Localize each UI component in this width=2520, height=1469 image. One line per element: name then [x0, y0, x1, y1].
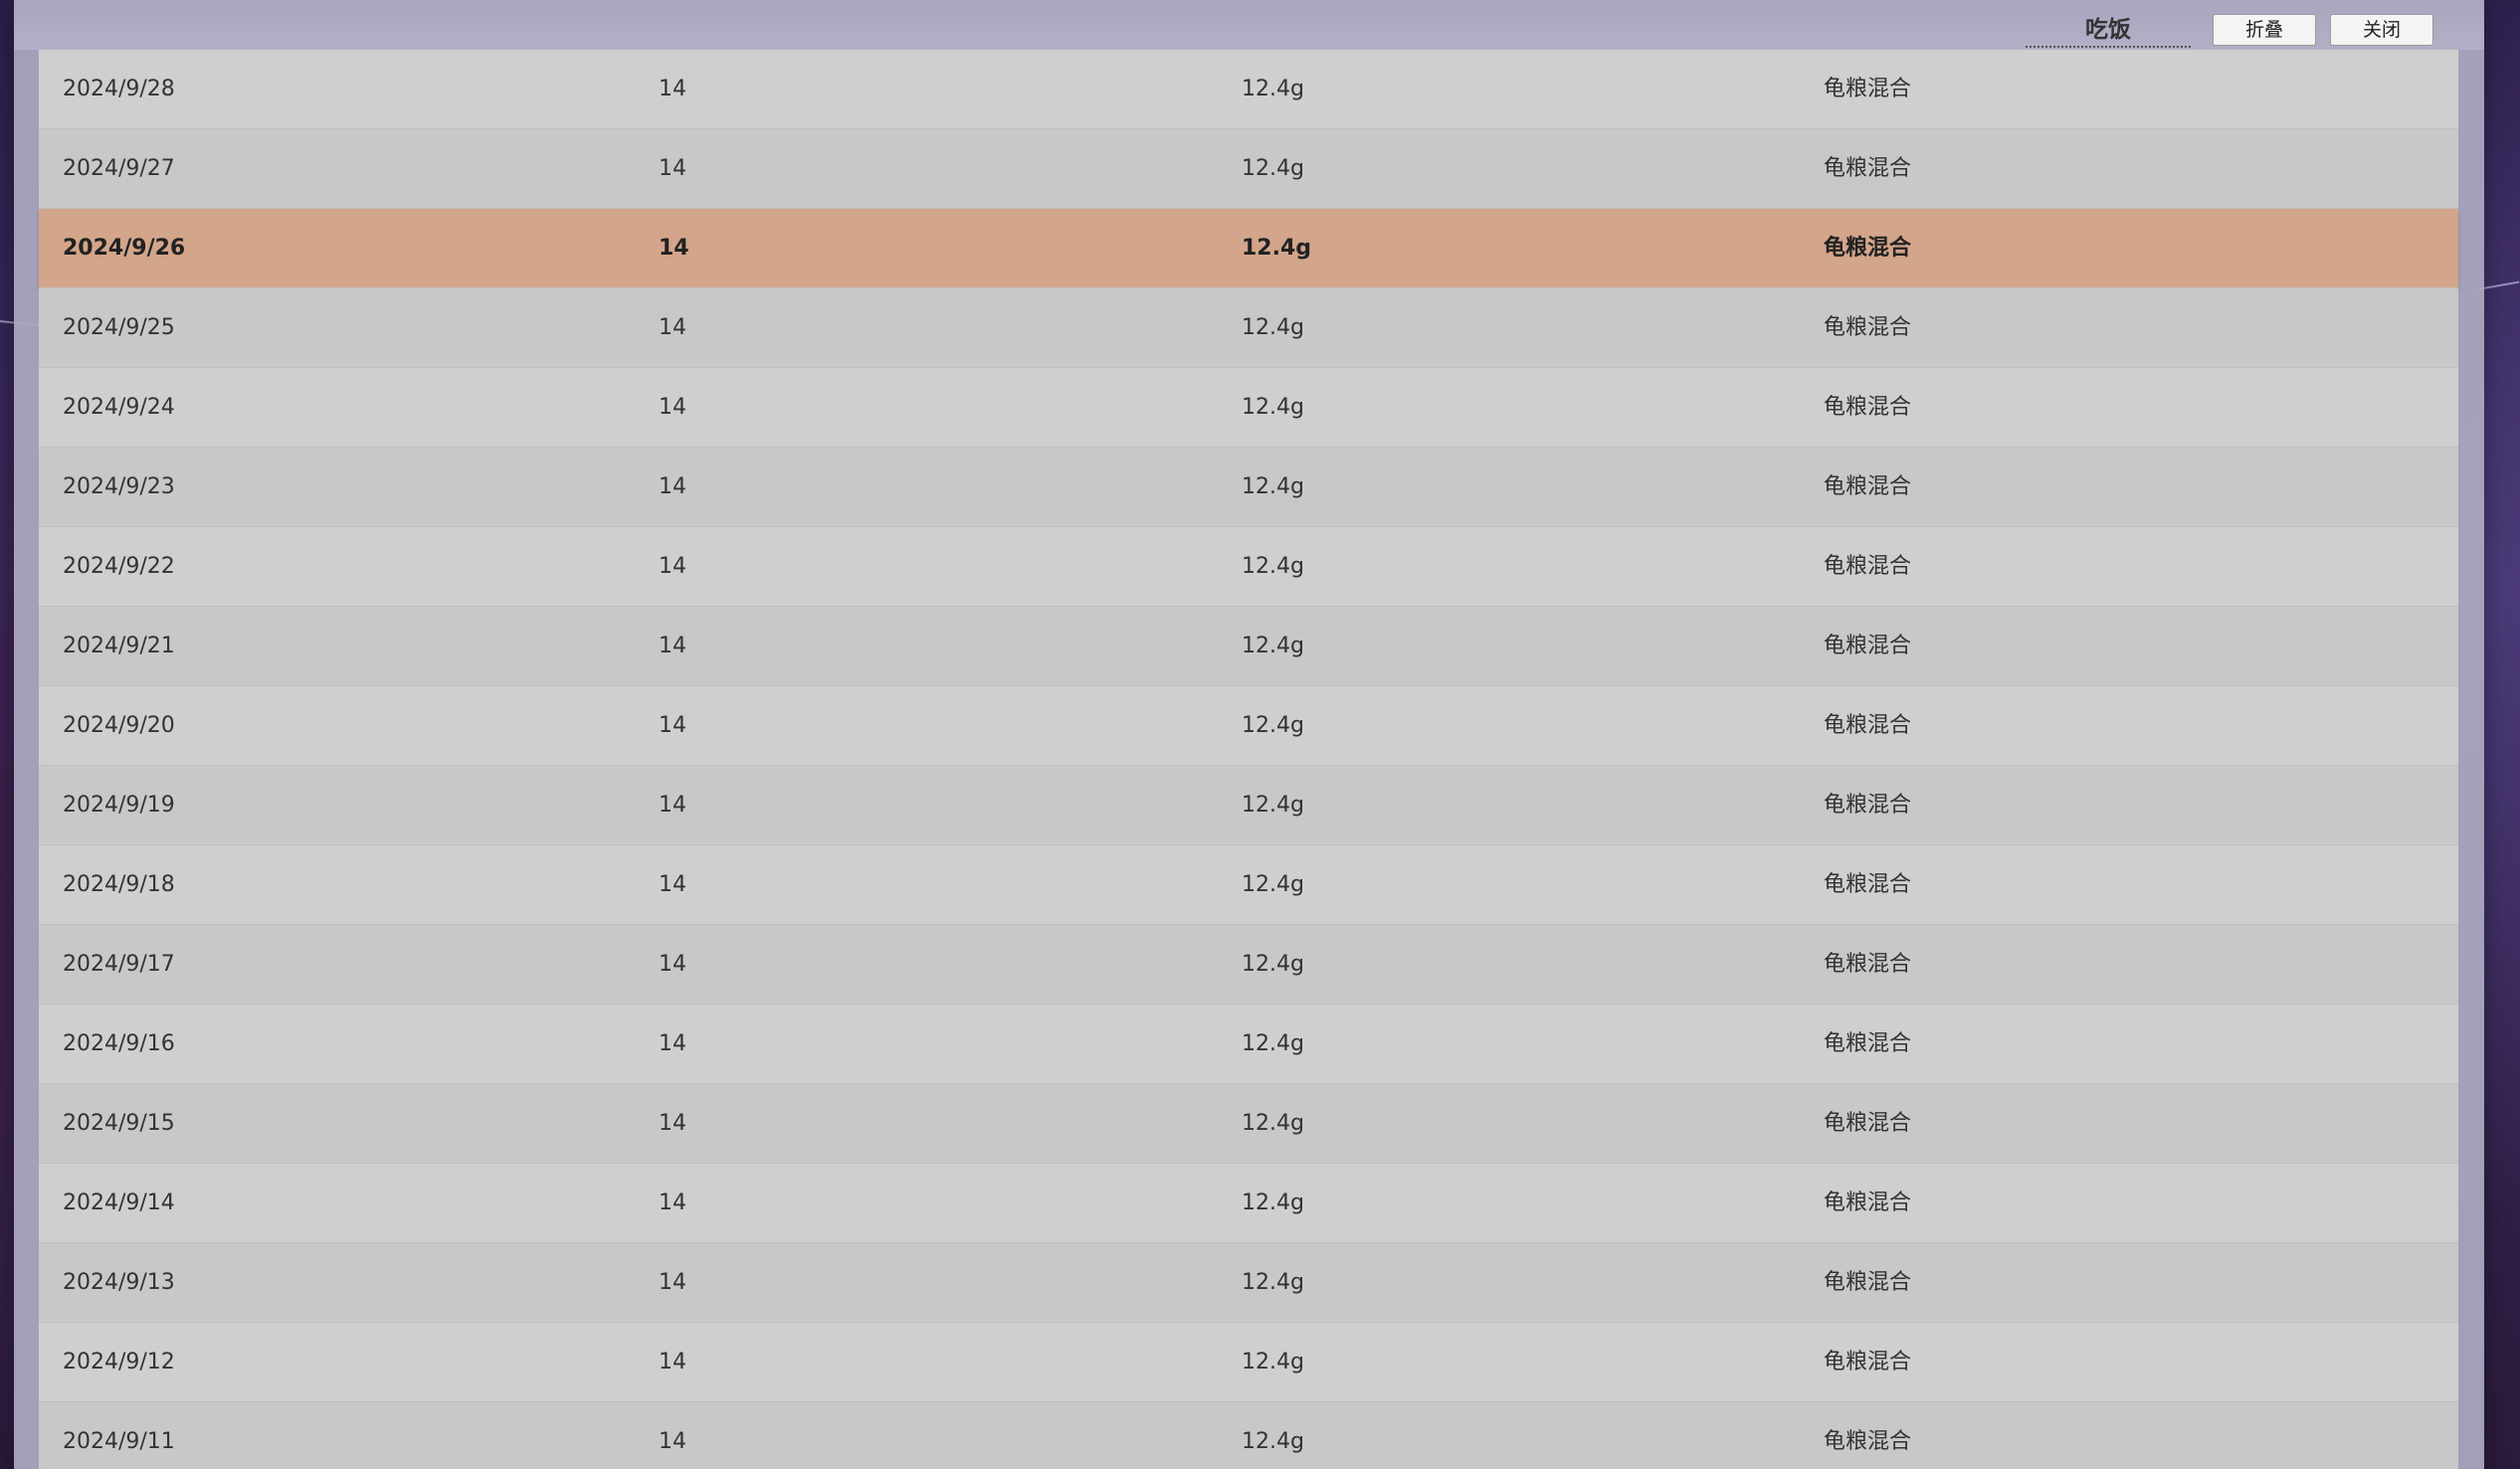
date-cell: 2024/9/26 [63, 236, 186, 261]
count-cell: 14 [659, 793, 686, 818]
weight-cell: 12.4g [1242, 236, 1312, 261]
weight-cell: 12.4g [1242, 315, 1304, 340]
date-cell: 2024/9/13 [63, 1270, 175, 1295]
weight-cell: 12.4g [1242, 1191, 1304, 1215]
food-cell: 龟粮混合 [1824, 1191, 1912, 1215]
food-cell: 龟粮混合 [1824, 1270, 1912, 1295]
date-cell: 2024/9/21 [63, 634, 175, 658]
weight-cell: 12.4g [1242, 1350, 1304, 1375]
count-cell: 14 [659, 952, 686, 977]
food-cell: 龟粮混合 [1824, 395, 1912, 420]
date-cell: 2024/9/22 [63, 554, 175, 579]
feeding-records-table: 2024/9/28 14 12.4g 龟粮混合 2024/9/27 14 12.4g 龟粮混合… [39, 50, 2458, 1469]
table-row[interactable]: 2024/9/24 14 12.4g 龟粮混合 [39, 368, 2458, 448]
date-cell: 2024/9/27 [63, 156, 175, 181]
weight-cell: 12.4g [1242, 474, 1304, 499]
date-cell: 2024/9/18 [63, 872, 175, 897]
date-cell: 2024/9/20 [63, 713, 175, 738]
count-cell: 14 [659, 474, 686, 499]
table-row[interactable]: 2024/9/14 14 12.4g 龟粮混合 [39, 1164, 2458, 1243]
date-cell: 2024/9/24 [63, 395, 175, 420]
window-titlebar[interactable]: 吃饭 折叠 关闭 [14, 0, 2484, 50]
food-cell: 龟粮混合 [1824, 77, 1912, 101]
weight-cell: 12.4g [1242, 793, 1304, 818]
table-row[interactable]: 2024/9/28 14 12.4g 龟粮混合 [39, 50, 2458, 129]
date-cell: 2024/9/11 [63, 1429, 175, 1454]
food-cell: 龟粮混合 [1824, 952, 1912, 977]
food-cell: 龟粮混合 [1824, 315, 1912, 340]
weight-cell: 12.4g [1242, 713, 1304, 738]
food-cell: 龟粮混合 [1824, 793, 1912, 818]
count-cell: 14 [659, 236, 689, 261]
count-cell: 14 [659, 395, 686, 420]
weight-cell: 12.4g [1242, 1429, 1304, 1454]
date-cell: 2024/9/28 [63, 77, 175, 101]
table-row[interactable]: 2024/9/16 14 12.4g 龟粮混合 [39, 1005, 2458, 1084]
food-cell: 龟粮混合 [1824, 554, 1912, 579]
date-cell: 2024/9/14 [63, 1191, 175, 1215]
count-cell: 14 [659, 713, 686, 738]
food-cell: 龟粮混合 [1824, 1031, 1912, 1056]
table-row[interactable]: 2024/9/17 14 12.4g 龟粮混合 [39, 925, 2458, 1005]
food-cell: 龟粮混合 [1824, 474, 1912, 499]
weight-cell: 12.4g [1242, 554, 1304, 579]
count-cell: 14 [659, 872, 686, 897]
table-row[interactable]: 2024/9/19 14 12.4g 龟粮混合 [39, 766, 2458, 845]
count-cell: 14 [659, 1031, 686, 1056]
food-cell: 龟粮混合 [1824, 236, 1912, 261]
food-cell: 龟粮混合 [1824, 872, 1912, 897]
date-cell: 2024/9/15 [63, 1111, 175, 1136]
count-cell: 14 [659, 1111, 686, 1136]
table-row[interactable]: 2024/9/13 14 12.4g 龟粮混合 [39, 1243, 2458, 1323]
count-cell: 14 [659, 156, 686, 181]
count-cell: 14 [659, 1191, 686, 1215]
count-cell: 14 [659, 1350, 686, 1375]
weight-cell: 12.4g [1242, 77, 1304, 101]
weight-cell: 12.4g [1242, 952, 1304, 977]
table-row[interactable]: 2024/9/12 14 12.4g 龟粮混合 [39, 1323, 2458, 1402]
weight-cell: 12.4g [1242, 395, 1304, 420]
count-cell: 14 [659, 1429, 686, 1454]
close-button[interactable]: 关闭 [2330, 14, 2433, 46]
date-cell: 2024/9/12 [63, 1350, 175, 1375]
weight-cell: 12.4g [1242, 872, 1304, 897]
date-cell: 2024/9/17 [63, 952, 175, 977]
table-row[interactable]: 2024/9/15 14 12.4g 龟粮混合 [39, 1084, 2458, 1164]
count-cell: 14 [659, 1270, 686, 1295]
fold-button[interactable]: 折叠 [2213, 14, 2316, 46]
table-row[interactable]: 2024/9/18 14 12.4g 龟粮混合 [39, 845, 2458, 925]
food-cell: 龟粮混合 [1824, 156, 1912, 181]
date-cell: 2024/9/25 [63, 315, 175, 340]
count-cell: 14 [659, 634, 686, 658]
table-row[interactable]: 2024/9/25 14 12.4g 龟粮混合 [39, 288, 2458, 368]
weight-cell: 12.4g [1242, 1111, 1304, 1136]
food-cell: 龟粮混合 [1824, 634, 1912, 658]
food-cell: 龟粮混合 [1824, 1429, 1912, 1454]
table-row[interactable]: 2024/9/20 14 12.4g 龟粮混合 [39, 686, 2458, 766]
food-cell: 龟粮混合 [1824, 1111, 1912, 1136]
table-row[interactable]: 2024/9/27 14 12.4g 龟粮混合 [39, 129, 2458, 209]
date-cell: 2024/9/16 [63, 1031, 175, 1056]
date-cell: 2024/9/23 [63, 474, 175, 499]
date-cell: 2024/9/19 [63, 793, 175, 818]
count-cell: 14 [659, 77, 686, 101]
weight-cell: 12.4g [1242, 634, 1304, 658]
feeding-log-window: 吃饭 折叠 关闭 2024/9/28 14 12.4g 龟粮混合 2024/9/27 14… [14, 0, 2484, 1469]
table-row-selected[interactable]: 2024/9/26 14 12.4g 龟粮混合 [39, 209, 2458, 288]
table-row[interactable]: 2024/9/21 14 12.4g 龟粮混合 [39, 607, 2458, 686]
weight-cell: 12.4g [1242, 156, 1304, 181]
table-row[interactable]: 2024/9/22 14 12.4g 龟粮混合 [39, 527, 2458, 607]
count-cell: 14 [659, 554, 686, 579]
food-cell: 龟粮混合 [1824, 713, 1912, 738]
weight-cell: 12.4g [1242, 1031, 1304, 1056]
food-cell: 龟粮混合 [1824, 1350, 1912, 1375]
table-row[interactable]: 2024/9/11 14 12.4g 龟粮混合 [39, 1402, 2458, 1469]
window-title: 吃饭 [2026, 14, 2191, 48]
table-row[interactable]: 2024/9/23 14 12.4g 龟粮混合 [39, 448, 2458, 527]
weight-cell: 12.4g [1242, 1270, 1304, 1295]
count-cell: 14 [659, 315, 686, 340]
